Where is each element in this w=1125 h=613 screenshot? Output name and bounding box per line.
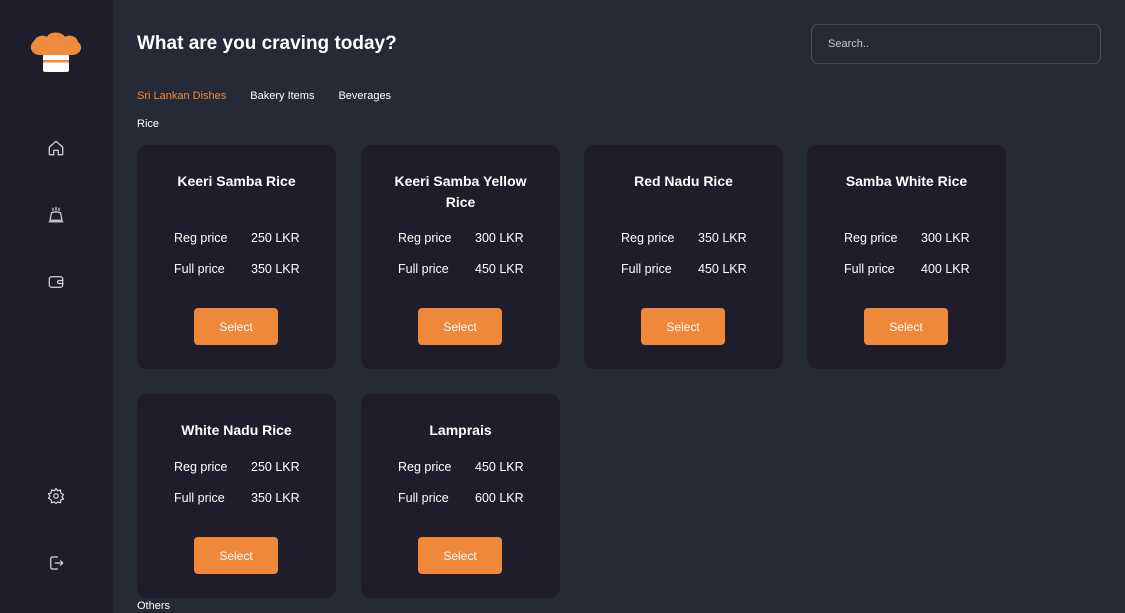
- full-price-label: Full price: [398, 262, 449, 276]
- sidebar-item-wallet[interactable]: [41, 269, 71, 299]
- reg-price-value: 350 LKR: [698, 231, 747, 245]
- full-price-value: 450 LKR: [698, 262, 747, 276]
- full-price-row: Full price 450 LKR: [398, 262, 524, 276]
- app: What are you craving today? Sri Lankan D…: [0, 0, 1125, 613]
- reg-price-label: Reg price: [174, 231, 228, 245]
- full-price-label: Full price: [621, 262, 672, 276]
- full-price-label: Full price: [398, 491, 449, 505]
- page-title: What are you craving today?: [137, 33, 397, 54]
- section-heading-others: Others: [137, 600, 171, 612]
- dish-card: Samba White Rice Reg price 300 LKR Full …: [807, 145, 1006, 369]
- reg-price-row: Reg price 300 LKR: [398, 231, 524, 245]
- reg-price-value: 450 LKR: [475, 460, 524, 474]
- reg-price-row: Reg price 250 LKR: [174, 460, 300, 474]
- search-input[interactable]: [811, 24, 1101, 64]
- full-price-value: 350 LKR: [251, 262, 300, 276]
- chef-hat-icon: [47, 206, 65, 229]
- full-price-row: Full price 450 LKR: [621, 262, 747, 276]
- full-price-row: Full price 350 LKR: [174, 491, 300, 505]
- full-price-label: Full price: [174, 491, 225, 505]
- reg-price-value: 250 LKR: [251, 231, 300, 245]
- dish-card: Red Nadu Rice Reg price 350 LKR Full pri…: [584, 145, 783, 369]
- dish-card: Keeri Samba Rice Reg price 250 LKR Full …: [137, 145, 336, 369]
- reg-price-label: Reg price: [398, 231, 452, 245]
- reg-price-row: Reg price 300 LKR: [844, 231, 970, 245]
- category-tabs: Sri Lankan Dishes Bakery Items Beverages: [137, 90, 415, 102]
- logout-icon: [47, 554, 65, 577]
- dish-name: Red Nadu Rice: [634, 173, 733, 189]
- select-button[interactable]: Select: [864, 308, 948, 345]
- reg-price-label: Reg price: [398, 460, 452, 474]
- reg-price-label: Reg price: [174, 460, 228, 474]
- dish-name: Keeri Samba Yellow Rice: [394, 173, 527, 210]
- reg-price-row: Reg price 350 LKR: [621, 231, 747, 245]
- full-price-label: Full price: [174, 262, 225, 276]
- main-content: What are you craving today? Sri Lankan D…: [113, 0, 1125, 613]
- sidebar-item-home[interactable]: [41, 135, 71, 165]
- full-price-label: Full price: [844, 262, 895, 276]
- select-button[interactable]: Select: [418, 308, 502, 345]
- dish-card: Lamprais Reg price 450 LKR Full price 60…: [361, 394, 560, 598]
- reg-price-row: Reg price 250 LKR: [174, 231, 300, 245]
- full-price-row: Full price 400 LKR: [844, 262, 970, 276]
- reg-price-label: Reg price: [844, 231, 898, 245]
- reg-price-value: 250 LKR: [251, 460, 300, 474]
- tab-sri-lankan-dishes[interactable]: Sri Lankan Dishes: [137, 90, 226, 102]
- select-button[interactable]: Select: [194, 537, 278, 574]
- select-button[interactable]: Select: [194, 308, 278, 345]
- full-price-row: Full price 600 LKR: [398, 491, 524, 505]
- sidebar-item-dishes[interactable]: [41, 202, 71, 232]
- sidebar-item-logout[interactable]: [41, 550, 71, 580]
- dish-name: Lamprais: [429, 422, 492, 438]
- section-heading-rice: Rice: [137, 118, 160, 130]
- reg-price-row: Reg price 450 LKR: [398, 460, 524, 474]
- full-price-value: 350 LKR: [251, 491, 300, 505]
- full-price-value: 600 LKR: [475, 491, 524, 505]
- sidebar: [0, 0, 113, 613]
- reg-price-value: 300 LKR: [475, 231, 524, 245]
- dish-name: Samba White Rice: [845, 173, 968, 189]
- dish-name: Keeri Samba Rice: [177, 173, 296, 189]
- full-price-row: Full price 350 LKR: [174, 262, 300, 276]
- select-button[interactable]: Select: [641, 308, 725, 345]
- gear-icon: [47, 487, 65, 510]
- dish-name: White Nadu Rice: [181, 422, 292, 438]
- home-icon: [47, 139, 65, 162]
- chef-hat-logo: [26, 28, 86, 74]
- tab-beverages[interactable]: Beverages: [338, 90, 391, 102]
- dish-card: Keeri Samba Yellow Rice Reg price 300 LK…: [361, 145, 560, 369]
- dish-card: White Nadu Rice Reg price 250 LKR Full p…: [137, 394, 336, 598]
- wallet-icon: [47, 273, 65, 296]
- full-price-value: 450 LKR: [475, 262, 524, 276]
- reg-price-value: 300 LKR: [921, 231, 970, 245]
- tab-bakery-items[interactable]: Bakery Items: [250, 90, 314, 102]
- reg-price-label: Reg price: [621, 231, 675, 245]
- full-price-value: 400 LKR: [921, 262, 970, 276]
- select-button[interactable]: Select: [418, 537, 502, 574]
- sidebar-item-settings[interactable]: [41, 483, 71, 513]
